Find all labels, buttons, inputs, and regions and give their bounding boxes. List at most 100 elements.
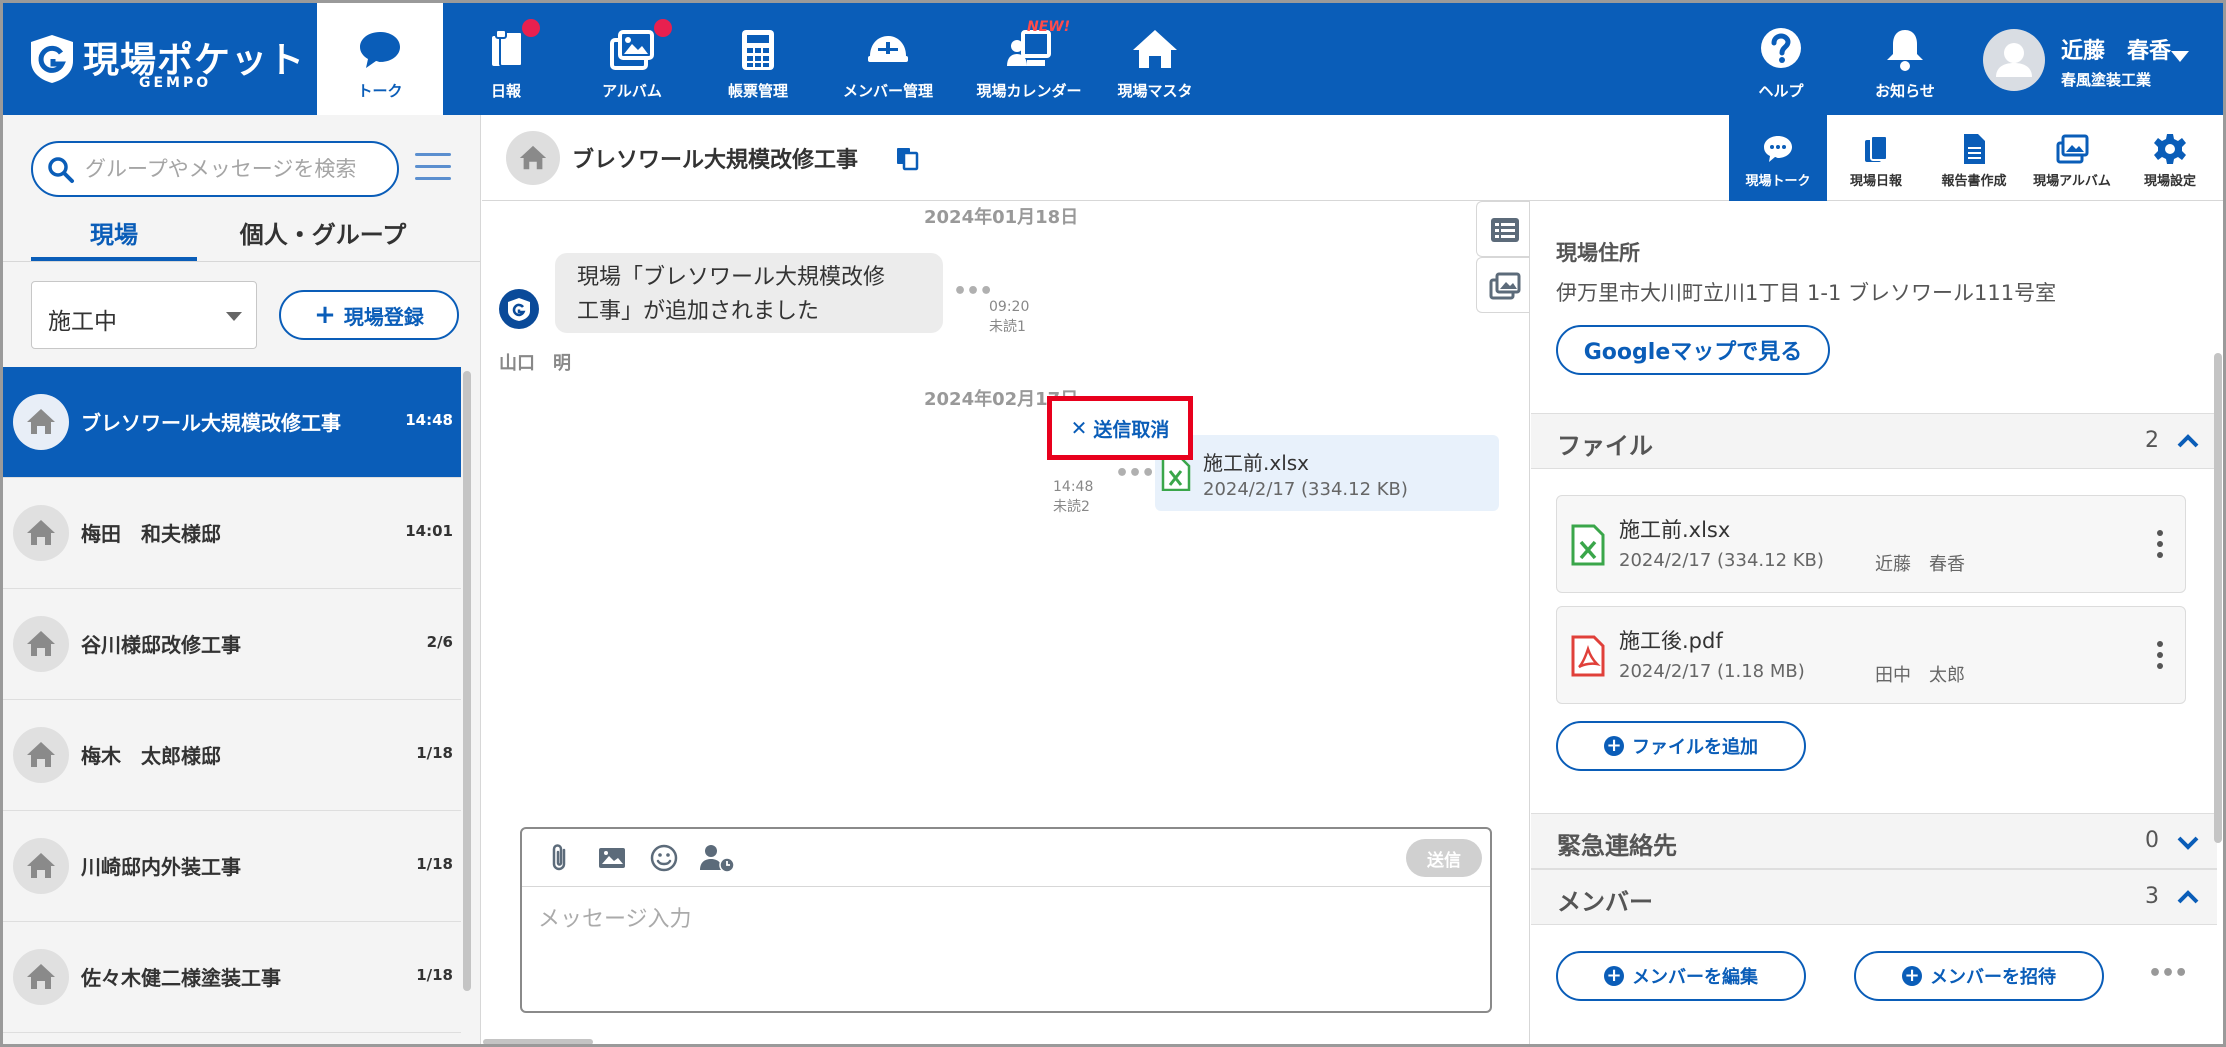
invite-members-button[interactable]: + メンバーを招待 [1854, 951, 2104, 1001]
register-site-button[interactable]: + 現場登録 [279, 290, 459, 340]
top-navigation-bar: 現場ポケット GEMPO トーク 日報 アルバム 帳票管理 メンバー管理 現場カ… [3, 3, 2223, 115]
brand-sub: GEMPO [139, 75, 212, 91]
user-company: 春風塗装工業 [2061, 71, 2152, 89]
tab-site-talk[interactable]: 現場トーク [1729, 115, 1827, 201]
chat-icon [1764, 135, 1792, 162]
edit-members-button[interactable]: + メンバーを編集 [1556, 951, 1806, 1001]
avatar[interactable] [1983, 29, 2045, 91]
album-icon [610, 29, 654, 70]
address-label: 現場住所 [1556, 241, 1640, 265]
site-list-item[interactable]: 川崎邸内外装工事 1/18 [3, 811, 461, 922]
message-list-button[interactable] [1476, 201, 1532, 257]
info-panel-scrollbar[interactable] [2214, 353, 2222, 843]
system-message-bubble[interactable]: 現場「ブレソワール大規模改修 工事」が追加されました [555, 253, 943, 333]
chevron-down-icon[interactable] [2171, 51, 2189, 62]
house-icon [13, 616, 69, 672]
members-section-header[interactable]: メンバー 3 [1531, 869, 2217, 925]
nav-daily-report[interactable]: 日報 [443, 3, 569, 115]
new-badge: NEW! [1027, 19, 1071, 35]
file-card[interactable]: 施工前.xlsx 2024/2/17 (334.12 KB) 近藤 春香 [1556, 495, 2186, 593]
media-gallery-button[interactable] [1476, 257, 1532, 313]
add-file-button[interactable]: + ファイルを追加 [1556, 721, 1806, 771]
site-list-scrollbar[interactable] [463, 371, 471, 991]
search-box[interactable] [31, 141, 399, 197]
logo-shield-icon [508, 298, 530, 321]
chat-horizontal-scrollbar[interactable] [483, 1039, 593, 1044]
house-icon [506, 131, 560, 185]
more-vertical-icon[interactable] [2157, 641, 2163, 671]
chat-title: ブレソワール大規模改修工事 [572, 148, 859, 173]
nav-album[interactable]: アルバム [569, 3, 695, 115]
house-icon [13, 949, 69, 1005]
nav-site-master[interactable]: 現場マスタ [1103, 3, 1207, 115]
excel-file-icon [1571, 524, 1605, 566]
nav-notifications[interactable]: お知らせ [1859, 3, 1951, 115]
nav-help[interactable]: ヘルプ [1735, 3, 1827, 115]
tab-personal-group[interactable]: 個人・グループ [197, 215, 449, 261]
site-info-panel: 現場住所 伊万里市大川町立川1丁目 1-1 ブレソワール111号室 Google… [1529, 201, 2223, 1044]
message-meta: 09:20 未読1 [989, 299, 1030, 335]
file-card[interactable]: 施工後.pdf 2024/2/17 (1.18 MB) 田中 太郎 [1556, 606, 2186, 704]
site-list-item[interactable]: 谷川様邸改修工事 2/6 [3, 589, 461, 700]
chat-icon [360, 31, 400, 68]
site-list-item[interactable]: 佐々木健二様塗装工事 1/18 [3, 922, 461, 1033]
house-icon [1133, 29, 1177, 68]
tab-site-report[interactable]: 現場日報 [1827, 115, 1925, 201]
tab-report-create[interactable]: 報告書作成 [1925, 115, 2023, 201]
bell-icon [1887, 29, 1923, 71]
album-icon [2056, 134, 2089, 163]
cancel-send-button[interactable]: ✕ 送信取消 [1047, 396, 1193, 460]
list-icon [1491, 218, 1519, 242]
address-text: 伊万里市大川町立川1丁目 1-1 ブレソワール111号室 [1556, 281, 2057, 305]
send-button[interactable]: 送信 [1406, 839, 1482, 877]
user-icon [1996, 43, 2032, 77]
status-filter-select[interactable]: 施工中 [31, 281, 257, 349]
plus-circle-icon: + [1604, 966, 1624, 986]
brand-logo[interactable]: 現場ポケット GEMPO [29, 31, 304, 91]
emergency-section-header[interactable]: 緊急連絡先 0 [1531, 813, 2217, 869]
nav-forms[interactable]: 帳票管理 [695, 3, 821, 115]
message-meta: 14:48 未読2 [1053, 479, 1094, 515]
system-avatar [499, 289, 539, 329]
tab-site-settings[interactable]: 現場設定 [2121, 115, 2219, 201]
user-schedule-icon[interactable] [698, 842, 736, 874]
more-vertical-icon[interactable] [2157, 530, 2163, 560]
house-icon [13, 727, 69, 783]
date-separator: 2024年01月18日 [924, 207, 1079, 228]
notification-dot [522, 19, 540, 37]
album-icon [1489, 272, 1521, 300]
close-icon: ✕ [1070, 416, 1088, 440]
image-icon[interactable] [596, 842, 628, 874]
copy-icon[interactable] [894, 145, 920, 171]
files-section-header[interactable]: ファイル 2 [1531, 413, 2217, 469]
tab-site-album[interactable]: 現場アルバム [2023, 115, 2121, 201]
more-dots-icon[interactable]: ••• [1115, 461, 1155, 486]
hamburger-menu-icon[interactable] [415, 153, 451, 185]
tabs-divider [3, 261, 481, 262]
message-composer: 送信 [520, 827, 1492, 1013]
site-list-item[interactable]: 梅木 太郎様邸 1/18 [3, 700, 461, 811]
site-tabs: 現場トーク 現場日報 報告書作成 現場アルバム 現場設定 [1529, 115, 2223, 201]
gear-icon [2154, 133, 2186, 164]
search-input[interactable] [85, 153, 385, 185]
composer-toolbar: 送信 [522, 829, 1490, 887]
helmet-icon [868, 35, 908, 62]
tab-sites[interactable]: 現場 [31, 215, 197, 261]
nav-talk[interactable]: トーク [317, 3, 443, 115]
google-map-button[interactable]: Googleマップで見る [1556, 325, 1830, 375]
site-list-item[interactable]: ブレソワール大規模改修工事 14:48 [3, 367, 461, 478]
nav-members[interactable]: メンバー管理 [821, 3, 955, 115]
pdf-file-icon [1571, 635, 1605, 677]
chevron-up-icon [2177, 434, 2199, 448]
more-dots-icon[interactable]: ••• [953, 279, 993, 304]
more-dots-icon[interactable]: ••• [2148, 961, 2188, 986]
file-message-bubble[interactable]: 施工前.xlsx 2024/2/17 (334.12 KB) [1155, 435, 1499, 511]
help-icon [1761, 27, 1801, 68]
message-input[interactable] [538, 901, 1478, 1001]
app-window: 現場ポケット GEMPO トーク 日報 アルバム 帳票管理 メンバー管理 現場カ… [0, 0, 2226, 1047]
emoji-icon[interactable] [648, 842, 680, 874]
paperclip-icon[interactable] [544, 842, 576, 874]
plus-circle-icon: + [1902, 966, 1922, 986]
site-list-item[interactable]: 梅田 和夫様邸 14:01 [3, 478, 461, 589]
user-name[interactable]: 近藤 春香 [2061, 33, 2171, 65]
